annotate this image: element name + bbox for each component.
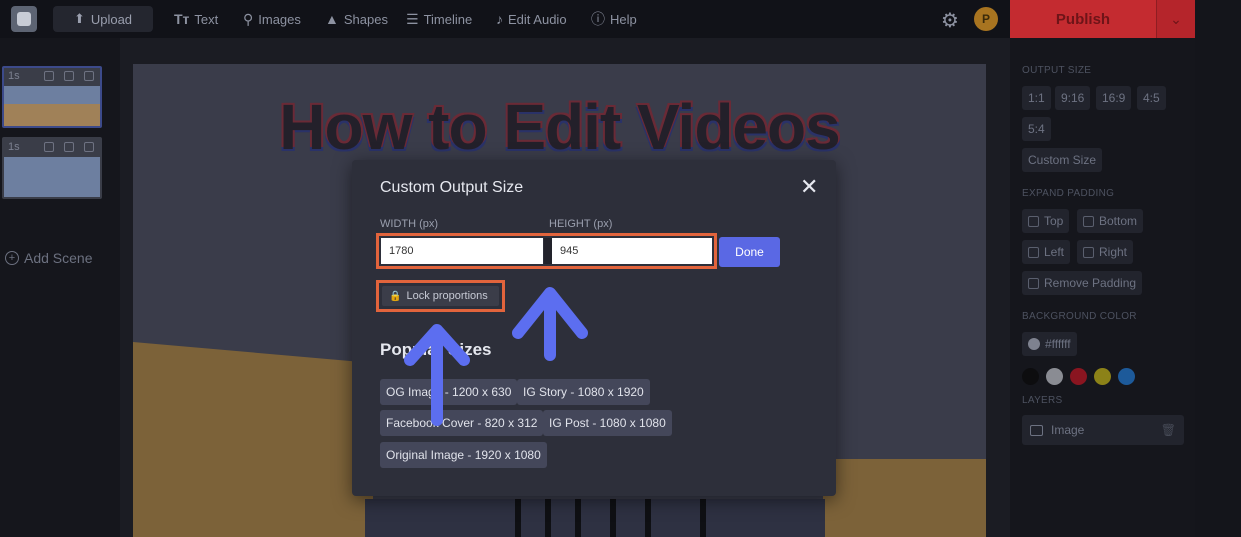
width-input[interactable] [381,238,543,264]
height-input[interactable] [552,238,712,264]
avatar[interactable]: P [974,7,998,31]
popular-sizes-heading: Popular Sizes [380,340,492,359]
chevron-down-icon: ⌄ [1170,10,1182,27]
preset-original-image[interactable]: Original Image - 1920 x 1080 [380,442,547,468]
timeline-tool-button[interactable]: ☰ Timeline [406,0,472,38]
app-logo-icon[interactable] [11,6,37,32]
search-icon: ⚲ [243,10,254,27]
images-tool-label: Images [258,11,301,27]
shapes-tool-button[interactable]: ▲ Shapes [325,0,388,38]
preset-facebook-cover[interactable]: Facebook Cover - 820 x 312 [380,410,544,436]
images-tool-button[interactable]: ⚲ Images [243,0,301,38]
input-divider [544,238,552,264]
preset-ig-story[interactable]: IG Story - 1080 x 1920 [517,379,650,405]
done-button[interactable]: Done [719,237,780,267]
top-toolbar: ⬆ Upload Tт Text ⚲ Images ▲ Shapes ☰ Tim… [0,0,1241,38]
text-tool-button[interactable]: Tт Text [174,0,218,38]
help-label: Help [610,11,637,27]
width-label: WIDTH (px) [380,218,439,230]
size-inputs-highlight [376,233,717,269]
lock-icon: 🔒 [389,290,402,302]
publish-button[interactable]: Publish [1010,0,1156,38]
custom-output-size-dialog: Custom Output Size ✕ WIDTH (px) HEIGHT (… [352,160,836,496]
lock-proportions-highlight: 🔒 Lock proportions [376,280,505,312]
height-label: HEIGHT (px) [549,218,613,230]
lock-proportions-button[interactable]: 🔒 Lock proportions [382,286,499,306]
edit-audio-label: Edit Audio [508,11,567,27]
publish-options-button[interactable]: ⌄ [1156,0,1195,38]
text-tool-label: Text [194,11,219,27]
shapes-icon: ▲ [325,11,339,27]
text-icon: Tт [174,11,190,27]
timeline-tool-label: Timeline [423,11,473,27]
preset-ig-post[interactable]: IG Post - 1080 x 1080 [543,410,672,436]
timeline-icon: ☰ [406,10,419,27]
dialog-title: Custom Output Size [380,179,524,196]
upload-icon: ⬆ [73,11,85,26]
help-button[interactable]: ⓘ Help [591,0,637,38]
upload-label: Upload [90,11,133,27]
lock-proportions-label: Lock proportions [406,290,488,302]
close-icon[interactable]: ✕ [800,176,818,198]
gear-icon[interactable]: ⚙ [941,8,959,33]
music-note-icon: ♪ [496,11,503,27]
upload-button[interactable]: ⬆ Upload [53,6,153,32]
edit-audio-tool-button[interactable]: ♪ Edit Audio [496,0,567,38]
preset-og-image[interactable]: OG Image - 1200 x 630 [380,379,518,405]
help-icon: ⓘ [591,11,605,27]
shapes-tool-label: Shapes [343,11,388,27]
